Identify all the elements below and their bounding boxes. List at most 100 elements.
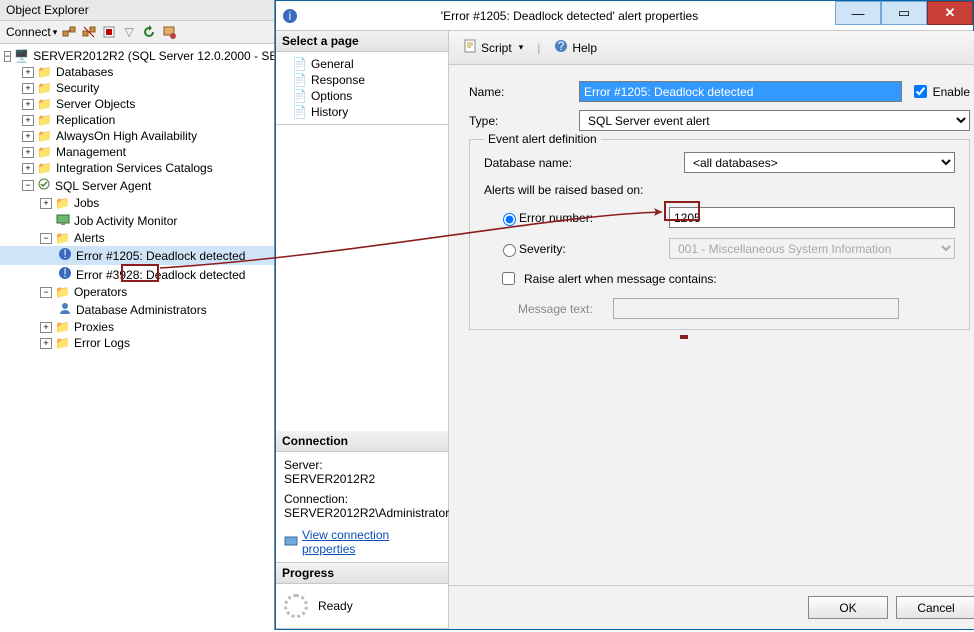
folder-icon: 📁: [37, 161, 52, 175]
message-text-input: [613, 298, 899, 319]
help-button[interactable]: ?Help: [548, 37, 603, 58]
folder-icon: 📁: [37, 145, 52, 159]
page-history[interactable]: 📄History: [282, 104, 442, 120]
dialog-toolbar: Script▾ | ?Help: [449, 31, 974, 65]
name-input[interactable]: [579, 81, 902, 102]
folder-icon: 📁: [55, 196, 70, 210]
disconnect-icon[interactable]: [81, 24, 97, 40]
close-button[interactable]: ✕: [927, 1, 973, 25]
connect-icon[interactable]: [61, 24, 77, 40]
databases-node[interactable]: +📁Databases: [0, 64, 274, 80]
server-label: Server:: [284, 458, 440, 472]
folder-icon: 📁: [55, 285, 70, 299]
raise-alert-checkbox[interactable]: [502, 272, 515, 285]
filter-icon[interactable]: ▽: [121, 24, 137, 40]
security-node[interactable]: +📁Security: [0, 80, 274, 96]
agent-icon: [37, 177, 51, 194]
connection-label: Connection:: [284, 492, 440, 506]
dialog-titlebar[interactable]: i 'Error #1205: Deadlock detected' alert…: [276, 1, 973, 31]
expand-icon[interactable]: +: [22, 147, 34, 158]
script-button[interactable]: Script▾: [457, 37, 529, 58]
server-value: SERVER2012R2: [284, 472, 440, 486]
svg-text:!: !: [63, 247, 66, 261]
name-label: Name:: [469, 85, 579, 99]
alerts-node[interactable]: −📁Alerts: [0, 230, 274, 246]
svg-text:!: !: [63, 266, 66, 280]
based-on-label: Alerts will be raised based on:: [484, 183, 955, 197]
object-explorer-panel: Object Explorer Connect▾ ▽ −🖥️SERVER2012…: [0, 0, 275, 630]
minimize-button[interactable]: —: [835, 1, 881, 25]
alert-form: Name: Enable Type: SQL Server event aler…: [449, 65, 974, 585]
server-objects-node[interactable]: +📁Server Objects: [0, 96, 274, 112]
properties-icon: [284, 534, 298, 551]
progress-header: Progress: [276, 563, 448, 584]
database-name-label: Database name:: [484, 156, 684, 170]
alwayson-node[interactable]: +📁AlwaysOn High Availability: [0, 128, 274, 144]
collapse-icon[interactable]: −: [22, 180, 34, 191]
page-general[interactable]: 📄General: [282, 56, 442, 72]
errorlogs-node[interactable]: +📁Error Logs: [0, 335, 274, 351]
expand-icon[interactable]: +: [22, 67, 34, 78]
enable-label: Enable: [933, 85, 970, 99]
severity-label: Severity:: [519, 242, 669, 256]
maximize-button[interactable]: ▭: [881, 1, 927, 25]
connection-info: Server: SERVER2012R2 Connection: SERVER2…: [276, 452, 448, 562]
type-label: Type:: [469, 114, 579, 128]
collapse-icon[interactable]: −: [40, 287, 52, 298]
type-select[interactable]: SQL Server event alert: [579, 110, 970, 131]
sql-agent-node[interactable]: − SQL Server Agent: [0, 176, 274, 195]
page-response[interactable]: 📄Response: [282, 72, 442, 88]
operators-node[interactable]: −📁Operators: [0, 284, 274, 300]
activity-monitor-node[interactable]: Job Activity Monitor: [0, 211, 274, 230]
alert-icon: !: [58, 266, 72, 283]
page-icon: 📄: [292, 89, 307, 103]
registered-servers-icon[interactable]: [161, 24, 177, 40]
connect-dropdown[interactable]: Connect▾: [6, 25, 57, 39]
info-icon: i: [276, 8, 304, 24]
expand-icon[interactable]: +: [22, 99, 34, 110]
expand-icon[interactable]: +: [40, 338, 52, 349]
operator-icon: [58, 301, 72, 318]
error-number-input[interactable]: [669, 207, 955, 228]
alert-3928-node[interactable]: !Error #3928: Deadlock detected: [0, 265, 274, 284]
cancel-button[interactable]: Cancel: [896, 596, 974, 619]
view-connection-properties-link[interactable]: View connection properties: [302, 528, 440, 556]
annotation-dot: [680, 335, 688, 339]
enable-checkbox[interactable]: [914, 85, 927, 98]
expand-icon[interactable]: +: [40, 198, 52, 209]
page-icon: 📄: [292, 73, 307, 87]
expand-icon[interactable]: +: [22, 131, 34, 142]
isc-node[interactable]: +📁Integration Services Catalogs: [0, 160, 274, 176]
folder-icon: 📁: [37, 129, 52, 143]
progress-status: Ready: [318, 599, 353, 613]
page-options[interactable]: 📄Options: [282, 88, 442, 104]
collapse-icon[interactable]: −: [4, 51, 11, 62]
jobs-node[interactable]: +📁Jobs: [0, 195, 274, 211]
folder-icon: 📁: [55, 336, 70, 350]
page-icon: 📄: [292, 57, 307, 71]
server-node[interactable]: −🖥️SERVER2012R2 (SQL Server 12.0.2000 - …: [0, 48, 274, 64]
refresh-icon[interactable]: [141, 24, 157, 40]
dba-operator-node[interactable]: Database Administrators: [0, 300, 274, 319]
proxies-node[interactable]: +📁Proxies: [0, 319, 274, 335]
dialog-left-panel: Select a page 📄General 📄Response 📄Option…: [276, 31, 449, 629]
explorer-toolbar: Connect▾ ▽: [0, 21, 274, 44]
select-page-header: Select a page: [276, 31, 448, 52]
alert-1205-node[interactable]: !Error #1205: Deadlock detected: [0, 246, 274, 265]
error-number-radio[interactable]: [503, 213, 516, 226]
management-node[interactable]: +📁Management: [0, 144, 274, 160]
expand-icon[interactable]: +: [22, 115, 34, 126]
replication-node[interactable]: +📁Replication: [0, 112, 274, 128]
expand-icon[interactable]: +: [22, 83, 34, 94]
expand-icon[interactable]: +: [40, 322, 52, 333]
object-tree[interactable]: −🖥️SERVER2012R2 (SQL Server 12.0.2000 - …: [0, 44, 274, 632]
folder-icon: 📁: [37, 97, 52, 111]
ok-button[interactable]: OK: [808, 596, 888, 619]
script-icon: [463, 39, 477, 56]
help-icon: ?: [554, 39, 568, 56]
severity-radio[interactable]: [503, 244, 516, 257]
database-name-select[interactable]: <all databases>: [684, 152, 955, 173]
collapse-icon[interactable]: −: [40, 233, 52, 244]
stop-icon[interactable]: [101, 24, 117, 40]
expand-icon[interactable]: +: [22, 163, 34, 174]
